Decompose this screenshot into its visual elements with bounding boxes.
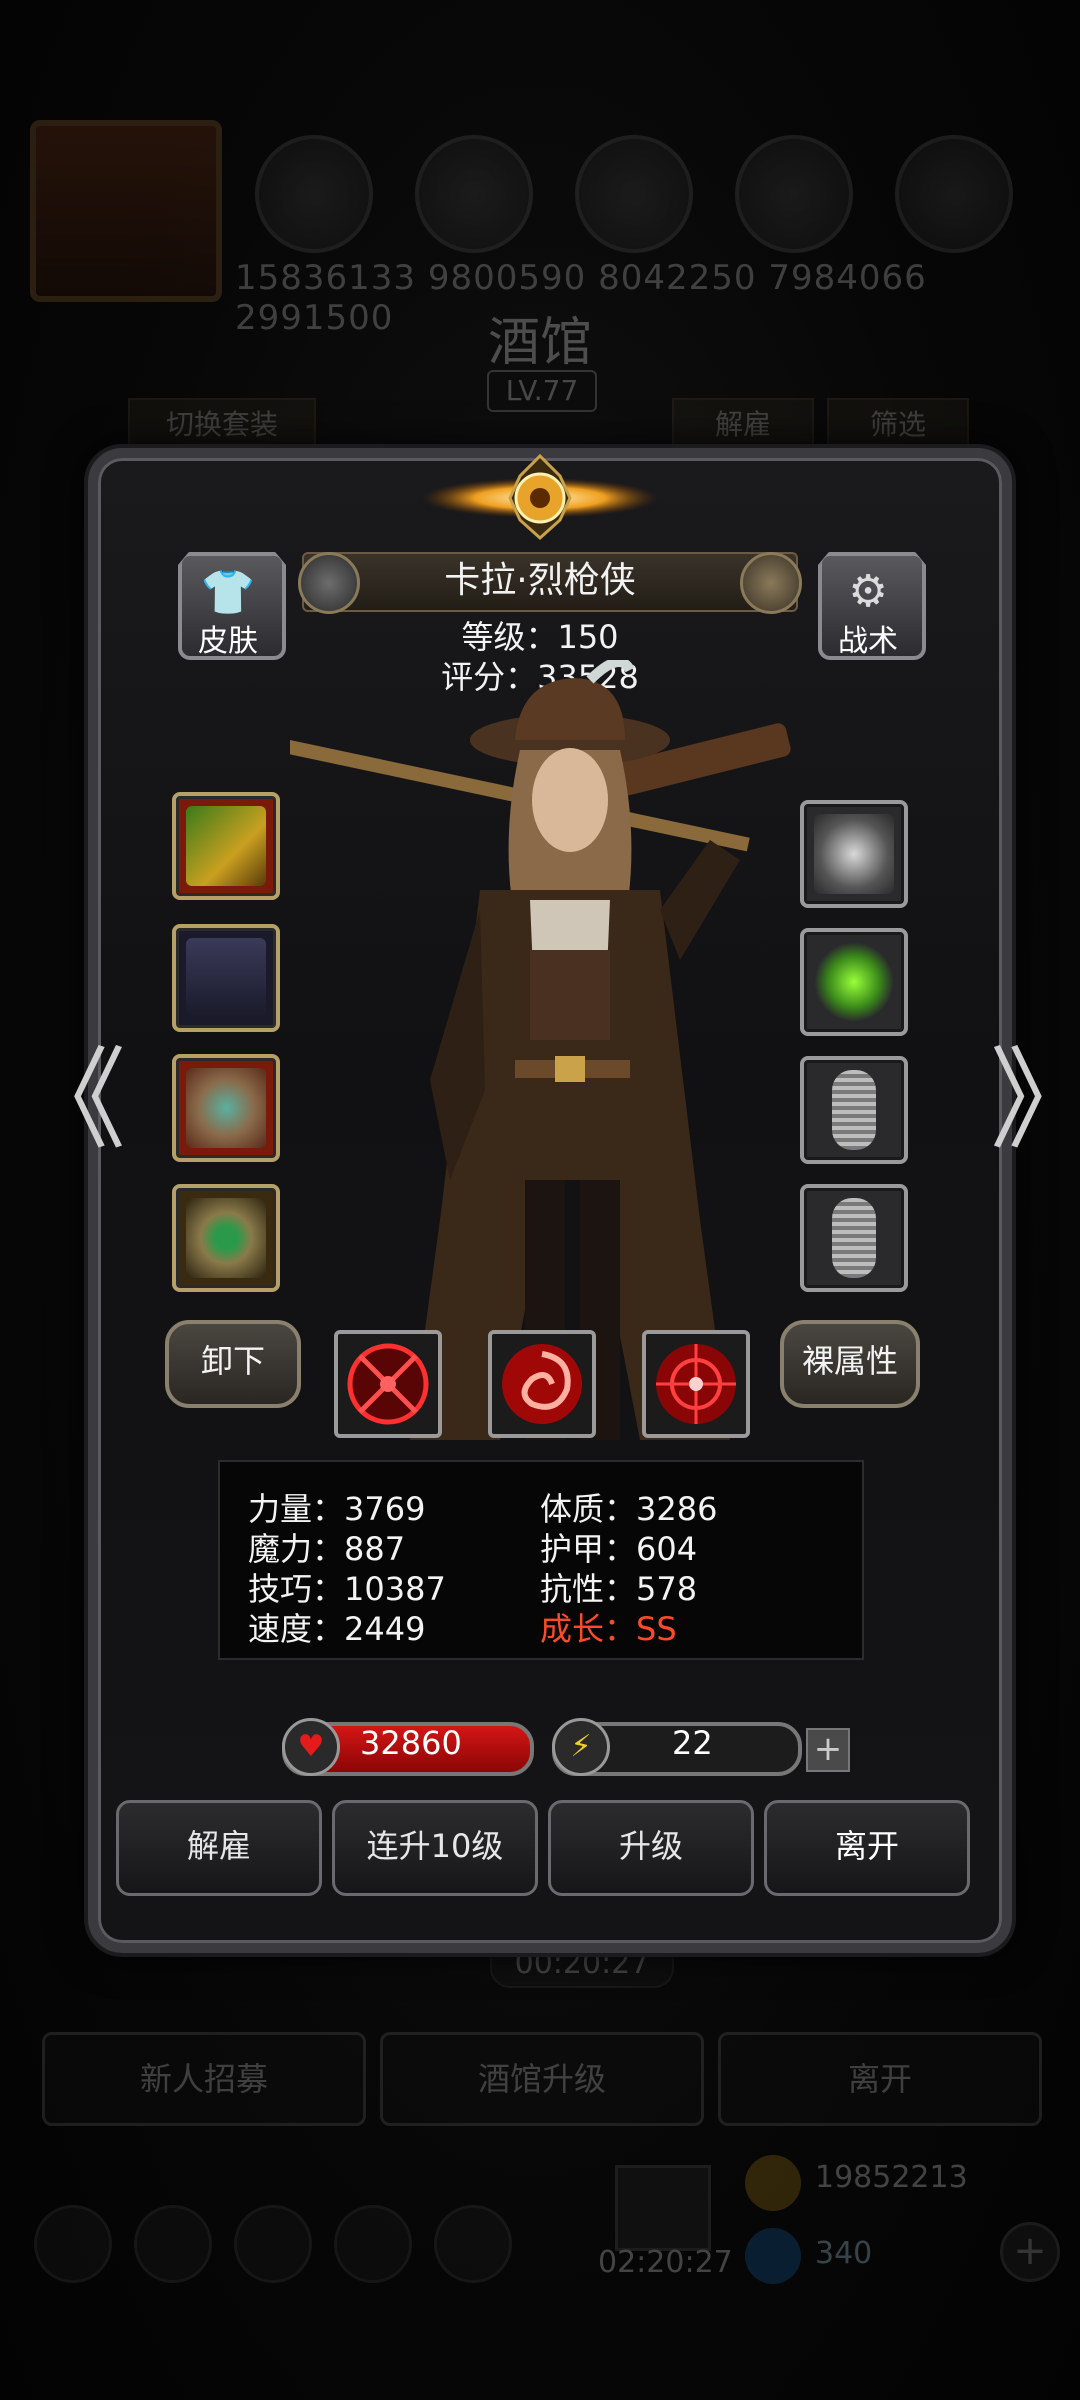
tavern-level: LV.77 (487, 370, 597, 412)
gem-icon (745, 2228, 801, 2284)
coat-armor-icon (186, 938, 266, 1018)
empty-slot-2[interactable] (800, 1184, 908, 1292)
dismiss-tab: 解雇 (672, 398, 814, 452)
menu-icon (134, 2205, 212, 2283)
empty-slot-icon (832, 1070, 876, 1150)
tavern-title: 酒馆 (487, 313, 592, 373)
crosshair-skill-icon (347, 1343, 429, 1425)
ring-slot[interactable] (172, 1184, 280, 1292)
empty-slot-icon (832, 1198, 876, 1278)
leave-button[interactable]: 离开 (764, 1800, 970, 1896)
tactics-label: 战术 (838, 624, 898, 659)
cloud-ornament-icon (814, 814, 894, 894)
amulet-slot[interactable] (172, 1054, 280, 1162)
gift-timer: 02:20:27 (598, 2245, 733, 2280)
coin-icon (745, 2155, 801, 2211)
coin-value: 19852213 (815, 2160, 968, 2195)
resource-icon (575, 135, 693, 253)
resource-icon (895, 135, 1013, 253)
gift-icon (615, 2165, 711, 2251)
golden-rifle-icon (186, 806, 266, 886)
dismiss-button[interactable]: 解雇 (116, 1800, 322, 1896)
resource-icon (415, 135, 533, 253)
armor-slot[interactable] (172, 924, 280, 1032)
next-hero-arrow[interactable]: 》 (990, 1040, 1080, 1160)
energy-value: 22 (672, 1724, 713, 1762)
hero-name: 卡拉·烈枪侠 (444, 560, 636, 601)
jeweled-amulet-icon (186, 1068, 266, 1148)
resource-icon (255, 135, 373, 253)
resource-icon (735, 135, 853, 253)
emblem-icon (422, 453, 658, 541)
skill-slot-1[interactable] (334, 1330, 442, 1438)
tavern-upgrade-button: 酒馆升级 (380, 2032, 704, 2126)
prev-hero-arrow[interactable]: 《 (16, 1040, 126, 1160)
emerald-ring-icon (186, 1198, 266, 1278)
filter-tab: 筛选 (827, 398, 969, 452)
accessory-slot-2[interactable] (800, 928, 908, 1036)
menu-icon (334, 2205, 412, 2283)
add-energy-button[interactable]: + (806, 1728, 850, 1772)
add-icon: + (1000, 2222, 1060, 2282)
shirt-icon: 👕 (200, 567, 256, 618)
level-up-10-button[interactable]: 连升10级 (332, 1800, 538, 1896)
skill-slot-3[interactable] (642, 1330, 750, 1438)
player-avatar (30, 120, 222, 302)
menu-icon (34, 2205, 112, 2283)
bg-leave-button: 离开 (718, 2032, 1042, 2126)
target-skill-icon (656, 1344, 736, 1424)
lightning-icon: ⚡ (552, 1718, 610, 1776)
vortex-skill-icon (502, 1344, 582, 1424)
heart-icon: ♥ (282, 1718, 340, 1776)
switch-outfit-tab: 切换套装 (128, 398, 316, 452)
accessory-slot-1[interactable] (800, 800, 908, 908)
stat-speed: 速度：2449 (248, 1610, 426, 1648)
menu-icon (434, 2205, 512, 2283)
recruit-button: 新人招募 (42, 2032, 366, 2126)
level-up-button[interactable]: 升级 (548, 1800, 754, 1896)
unequip-button[interactable]: 卸下 (165, 1320, 301, 1408)
hp-value: 32860 (360, 1724, 462, 1762)
weapon-slot[interactable] (172, 792, 280, 900)
green-crystal-icon (814, 942, 894, 1022)
gem-value: 340 (815, 2236, 873, 2271)
empty-slot-1[interactable] (800, 1056, 908, 1164)
base-attributes-button[interactable]: 裸属性 (780, 1320, 920, 1408)
stat-growth: 成长：SS (540, 1610, 677, 1648)
rename-pencil-icon[interactable] (740, 552, 802, 614)
skill-slot-2[interactable] (488, 1330, 596, 1438)
menu-icon (234, 2205, 312, 2283)
skin-label: 皮肤 (198, 624, 258, 659)
gear-icon: ⚙ (848, 566, 888, 617)
